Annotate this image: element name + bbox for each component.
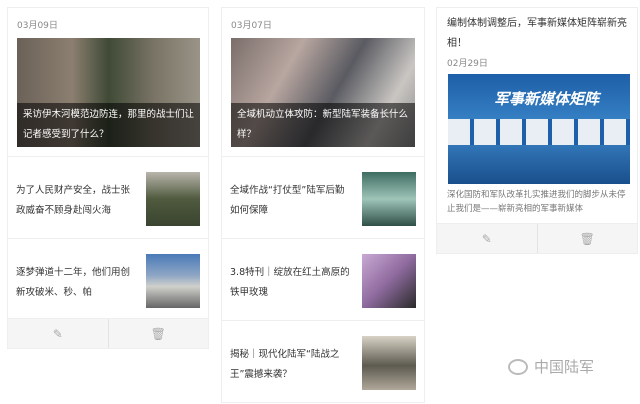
item-title: 全域作战“打仗型”陆军后勤如何保障 (230, 185, 345, 216)
delete-button[interactable]: 🗑 (538, 224, 638, 253)
item-title: 3.8特刊｜绽放在红土高原的铁甲玫瑰 (230, 267, 350, 298)
watermark: 中国陆军 (508, 356, 594, 377)
trash-icon: 🗑 (579, 231, 595, 246)
article-card-3: 编制体制调整后，军事新媒体矩阵崭新亮相！ 02月29日 军事新媒体矩阵 深化国防… (436, 7, 638, 254)
delete-button[interactable]: 🗑 (109, 319, 209, 348)
media-logos (448, 119, 630, 145)
cover-title: 全域机动立体攻防：新型陆军装备长什么样？ (231, 103, 415, 147)
watermark-text: 中国陆军 (534, 358, 595, 376)
list-item[interactable]: 为了人民财产安全，战士张政威奋不顾身赴闯火海 (8, 156, 208, 238)
article-summary: 深化国防和军队改革扎实推进我们的脚步从未停止我们是——崭新亮相的军事新媒体 (447, 190, 626, 214)
article-title[interactable]: 编制体制调整后，军事新媒体矩阵崭新亮相！ (447, 14, 631, 54)
card-date: 03月09日 (17, 21, 58, 31)
item-title: 揭秘｜现代化陆军“陆战之王”震撼来袭？ (230, 349, 340, 380)
card-date: 02月29日 (447, 59, 488, 69)
article-card-2: 03月07日 全域机动立体攻防：新型陆军装备长什么样？ 全域作战“打仗型”陆军后… (221, 7, 425, 403)
item-thumbnail (146, 172, 200, 226)
cover-article[interactable]: 采访伊木河模范边防连，那里的战士们让记者感受到了什么？ (17, 38, 200, 147)
item-thumbnail (146, 254, 200, 308)
list-item[interactable]: 逐梦弹道十二年，他们用创新攻破米、秒、帕 (8, 238, 208, 320)
pencil-icon: ✎ (481, 231, 492, 246)
trash-icon: 🗑 (150, 326, 166, 341)
list-item[interactable]: 揭秘｜现代化陆军“陆战之王”震撼来袭？ (222, 320, 424, 404)
edit-button[interactable]: ✎ (8, 319, 109, 348)
edit-button[interactable]: ✎ (437, 224, 538, 253)
cover-image[interactable]: 军事新媒体矩阵 (448, 74, 630, 184)
article-card-1: 03月09日 采访伊木河模范边防连，那里的战士们让记者感受到了什么？ 为了人民财… (7, 7, 209, 349)
list-item[interactable]: 全域作战“打仗型”陆军后勤如何保障 (222, 156, 424, 238)
item-thumbnail (362, 172, 416, 226)
cover-title: 采访伊木河模范边防连，那里的战士们让记者感受到了什么？ (17, 103, 200, 147)
pencil-icon: ✎ (52, 326, 63, 341)
cover-article[interactable]: 全域机动立体攻防：新型陆军装备长什么样？ (231, 38, 415, 147)
item-thumbnail (362, 336, 416, 390)
item-title: 为了人民财产安全，战士张政威奋不顾身赴闯火海 (16, 185, 131, 216)
banner-text: 军事新媒体矩阵 (494, 90, 600, 108)
card-date: 03月07日 (231, 21, 272, 31)
wechat-icon (508, 358, 528, 375)
item-title: 逐梦弹道十二年，他们用创新攻破米、秒、帕 (16, 267, 131, 298)
card-actions: ✎ 🗑 (437, 223, 637, 253)
item-thumbnail (362, 254, 416, 308)
card-actions: ✎ 🗑 (8, 318, 208, 348)
list-item[interactable]: 3.8特刊｜绽放在红土高原的铁甲玫瑰 (222, 238, 424, 320)
